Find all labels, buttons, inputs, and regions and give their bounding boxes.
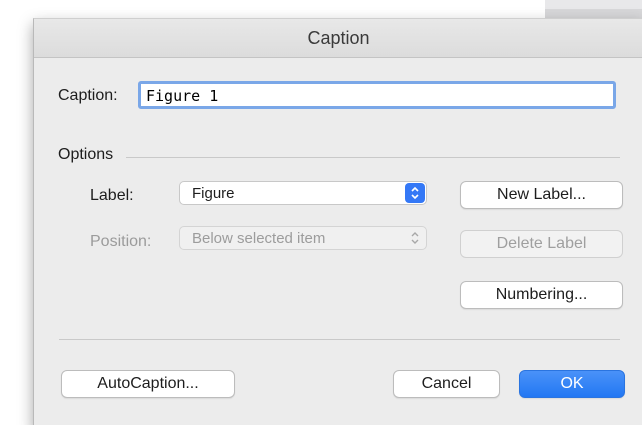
delete-label-button[interactable]: Delete Label (460, 230, 623, 258)
options-heading: Options (58, 146, 114, 163)
background-window-top (545, 0, 642, 9)
label-field-label: Label: (90, 187, 134, 204)
footer-divider (59, 339, 620, 340)
label-select[interactable]: Figure (179, 181, 427, 205)
cancel-button[interactable]: Cancel (393, 370, 500, 398)
chevron-updown-icon (405, 183, 425, 203)
dialog-title: Caption (307, 28, 370, 48)
label-select-value: Figure (192, 185, 235, 202)
position-field-label: Position: (90, 233, 152, 250)
caption-dialog: Caption Caption: Figure 1 Options Label:… (33, 18, 642, 429)
background-bottom (0, 425, 642, 434)
position-select-value: Below selected item (192, 230, 326, 247)
chevron-updown-icon (405, 228, 425, 248)
ok-button[interactable]: OK (519, 370, 625, 398)
new-label-button[interactable]: New Label... (460, 181, 623, 209)
autocaption-button[interactable]: AutoCaption... (61, 370, 235, 398)
options-divider (126, 157, 620, 158)
dialog-titlebar: Caption (34, 19, 642, 58)
position-select[interactable]: Below selected item (179, 226, 427, 250)
numbering-button[interactable]: Numbering... (460, 281, 623, 309)
caption-input[interactable]: Figure 1 (138, 81, 616, 109)
caption-label: Caption: (58, 87, 118, 104)
